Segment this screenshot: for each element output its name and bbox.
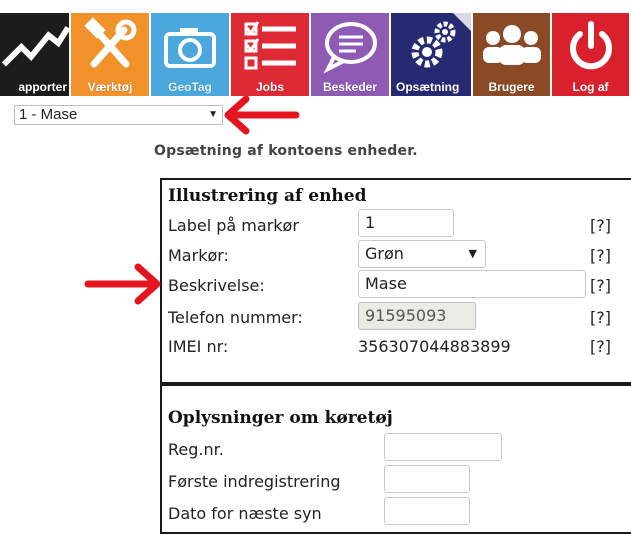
nav-brugere[interactable]: Brugere (473, 13, 552, 96)
unit-select-value: 1 - Mase (19, 106, 78, 123)
main-toolbar: apporter Værktøj GeoTag Jobs Beskeder Op… (0, 0, 631, 97)
nav-beskeder[interactable]: Beskeder (311, 13, 391, 96)
nav-rapporter[interactable]: apporter (0, 13, 71, 96)
nav-geotag-label: GeoTag (168, 80, 212, 94)
users-icon (473, 13, 550, 79)
unit-illustration-panel: Illustrering af enhed Label på markør 1 … (160, 178, 631, 384)
label-marker-input[interactable]: 1 (358, 209, 454, 237)
description-label: Beskrivelse: (168, 276, 265, 295)
dropdown-caret-icon: ▼ (468, 247, 477, 260)
dropdown-caret-icon: ▼ (208, 109, 218, 120)
imei-value: 356307044883899 (358, 337, 511, 356)
help-link-label[interactable]: [?] (590, 216, 611, 235)
reg-nr-label: Reg.nr. (168, 440, 224, 459)
label-marker-label: Label på markør (168, 216, 299, 235)
gears-icon (391, 13, 471, 79)
phone-input: 91595093 (358, 302, 476, 330)
nav-rapporter-label: apporter (18, 80, 67, 94)
help-link-description[interactable]: [?] (590, 276, 611, 295)
camera-icon (151, 13, 229, 79)
nav-vaerktoj-label: Værktøj (87, 80, 133, 94)
checklist-icon (231, 13, 309, 79)
section-title-illustration: Illustrering af enhed (168, 186, 367, 206)
marker-label: Markør: (168, 246, 229, 265)
chat-bubble-icon (311, 13, 389, 79)
nav-jobs[interactable]: Jobs (231, 13, 311, 96)
tools-icon (71, 13, 149, 79)
nav-opsaetning[interactable]: Opsætning (391, 13, 473, 96)
nav-brugere-label: Brugere (488, 80, 535, 94)
nav-jobs-label: Jobs (255, 80, 284, 94)
help-link-marker[interactable]: [?] (590, 246, 611, 265)
nav-beskeder-label: Beskeder (322, 80, 378, 94)
power-icon (552, 13, 629, 79)
red-arrow-left-icon (224, 95, 300, 135)
help-link-imei[interactable]: [?] (590, 337, 611, 356)
page-heading: Opsætning af kontoens enheder. (154, 143, 418, 159)
nav-log-af-label: Log af (572, 80, 609, 94)
nav-geotag[interactable]: GeoTag (151, 13, 231, 96)
section-title-vehicle: Oplysninger om køretøj (168, 408, 393, 428)
next-inspection-input[interactable] (384, 497, 470, 525)
chart-line-icon (0, 13, 69, 79)
phone-label: Telefon nummer: (168, 308, 303, 327)
nav-opsaetning-label: Opsætning (396, 80, 460, 94)
next-inspection-label: Dato for næste syn (168, 504, 322, 523)
first-registration-label: Første indregistrering (168, 472, 341, 491)
unit-select[interactable]: 1 - Mase ▼ (14, 105, 223, 125)
nav-log-af[interactable]: Log af (552, 13, 631, 96)
imei-label: IMEI nr: (168, 337, 229, 356)
vehicle-info-panel: Oplysninger om køretøj Reg.nr. Første in… (160, 384, 631, 534)
help-link-phone[interactable]: [?] (590, 308, 611, 327)
nav-vaerktoj[interactable]: Værktøj (71, 13, 151, 96)
red-arrow-right-icon (84, 263, 161, 305)
marker-select-value: Grøn (365, 244, 404, 263)
reg-nr-input[interactable] (384, 433, 502, 461)
marker-select[interactable]: Grøn ▼ (358, 240, 486, 268)
description-input[interactable]: Mase (358, 270, 586, 298)
first-registration-input[interactable] (384, 465, 470, 493)
